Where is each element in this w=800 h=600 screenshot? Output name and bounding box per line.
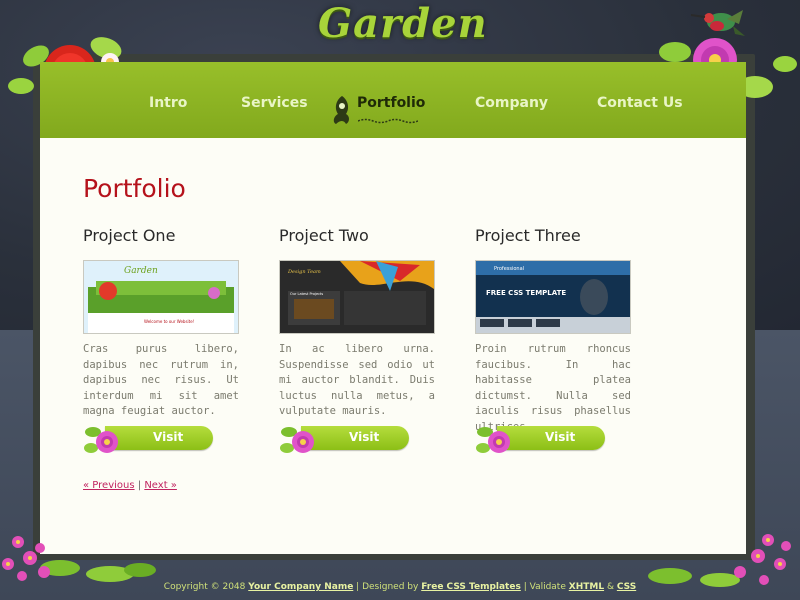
garden-site-thumbnail-image: Garden Welcome to our Website!	[84, 261, 238, 333]
pagination: « Previous | Next »	[83, 480, 177, 491]
xhtml-validate-link[interactable]: XHTML	[569, 582, 604, 592]
portfolio-nav-indicator-icon	[333, 96, 349, 124]
flower-icon	[280, 427, 314, 453]
site-footer: Copyright © 2048 Your Company Name | Des…	[0, 582, 800, 592]
project-description: Cras purus libero, dapibus nec rutrum in…	[83, 343, 239, 417]
nav-item-services[interactable]: Services	[241, 95, 308, 111]
project-thumbnail[interactable]: Professional FREE CSS TEMPLATE	[475, 260, 631, 334]
visit-button[interactable]: Visit	[83, 422, 215, 456]
project-description: In ac libero urna. Suspendisse sed odio …	[279, 343, 435, 417]
active-nav-underline	[358, 118, 418, 124]
nav-item-intro[interactable]: Intro	[149, 95, 187, 111]
flower-icon	[476, 427, 510, 453]
next-page-link[interactable]: Next »	[144, 480, 177, 491]
project-card: Project Three Professional FREE CSS TEMP…	[475, 226, 631, 453]
css-template-thumbnail-image: Professional FREE CSS TEMPLATE	[476, 261, 630, 333]
visit-button-label: Visit	[545, 430, 576, 444]
main-content: Portfolio Project One Garden Welcome to …	[40, 138, 746, 554]
main-navigation: Intro Services Portfolio Company Contact…	[40, 62, 746, 138]
thumb-caption-text: Welcome to our Website!	[144, 319, 194, 324]
nav-item-contact-us[interactable]: Contact Us	[597, 95, 683, 111]
ampersand-text: &	[606, 582, 614, 592]
css-validate-link[interactable]: CSS	[617, 582, 636, 592]
flower-decoration-bottom-left	[2, 536, 156, 582]
visit-button[interactable]: Visit	[475, 422, 607, 456]
company-name-link[interactable]: Your Company Name	[248, 582, 353, 592]
project-card: Project Two Design Team Our Latest Proje…	[279, 226, 435, 453]
thumb-logo-text: Design Team	[287, 269, 321, 275]
project-thumbnail[interactable]: Design Team Our Latest Projects	[279, 260, 435, 334]
nav-item-portfolio[interactable]: Portfolio	[357, 95, 425, 111]
designed-by-text: Designed by	[362, 582, 419, 592]
validate-text: Validate	[529, 582, 566, 592]
visit-button-label: Visit	[153, 430, 184, 444]
pager-separator: |	[137, 480, 142, 491]
project-card: Project One Garden Welcome to our Websit…	[83, 226, 239, 453]
site-logo[interactable]: Garden	[318, 0, 488, 47]
flower-icon	[84, 427, 118, 453]
page-title: Portfolio	[83, 174, 186, 203]
copyright-text: Copyright © 2048	[163, 582, 246, 592]
flower-decoration-bottom-right	[648, 534, 791, 587]
project-title: Project One	[83, 226, 176, 245]
visit-button[interactable]: Visit	[279, 422, 411, 456]
nav-item-company[interactable]: Company	[475, 95, 548, 111]
project-title: Project Three	[475, 226, 581, 245]
project-thumbnail[interactable]: Garden Welcome to our Website!	[83, 260, 239, 334]
footer-separator: |	[523, 582, 527, 592]
thumb-caption-text: Our Latest Projects	[290, 292, 323, 296]
footer-separator: |	[356, 582, 360, 592]
thumb-logo-text: Garden	[124, 266, 158, 276]
previous-page-link[interactable]: « Previous	[83, 480, 135, 491]
project-title: Project Two	[279, 226, 369, 245]
thumb-caption-text: FREE CSS TEMPLATE	[486, 289, 566, 297]
designer-link[interactable]: Free CSS Templates	[421, 582, 521, 592]
design-team-thumbnail-image: Design Team Our Latest Projects	[280, 261, 434, 333]
visit-button-label: Visit	[349, 430, 380, 444]
thumb-logo-text: Professional	[494, 266, 524, 272]
